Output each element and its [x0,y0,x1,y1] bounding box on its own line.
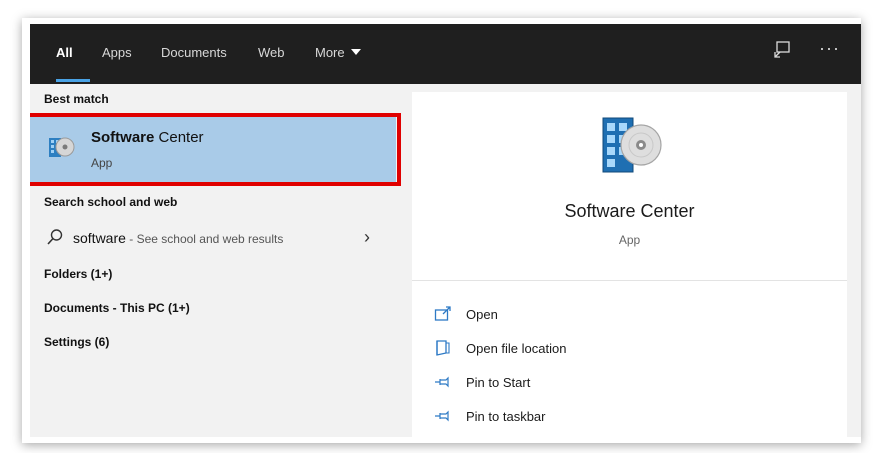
category-settings[interactable]: Settings (6) [44,335,109,349]
best-match-title-rest: Center [154,129,204,146]
software-center-icon [49,137,75,157]
feedback-icon[interactable] [772,40,792,65]
category-documents[interactable]: Documents - This PC (1+) [44,301,190,315]
tab-documents[interactable]: Documents [161,45,227,60]
best-match-subtitle: App [91,156,113,170]
pin-icon [435,376,449,388]
results-pane: Best match Software Center App Search sc… [30,84,405,437]
best-match-item[interactable]: Software Center App [30,116,396,182]
search-tabs-bar: All Apps Documents Web More ··· [30,24,861,84]
search-term: software [73,230,126,246]
best-match-title: Software Center [91,129,204,146]
preview-divider [412,280,847,281]
action-open-file-location-label: Open file location [466,341,567,356]
action-open[interactable]: Open [434,304,734,326]
active-tab-indicator [56,79,90,82]
tab-more-label: More [315,45,345,60]
chevron-down-icon [350,49,361,55]
search-suggestion-text: software - See school and web results [73,230,283,246]
action-open-file-location[interactable]: Open file location [434,338,734,360]
action-open-label: Open [466,307,498,322]
software-center-large-icon [602,117,662,173]
preview-app-subtitle: App [618,233,641,247]
open-icon [434,306,451,321]
action-pin-to-taskbar-label: Pin to taskbar [466,409,546,424]
pin-icon [435,410,449,422]
best-match-title-bold: Software [91,129,155,146]
chevron-right-icon: › [364,227,370,247]
file-location-icon [436,340,450,356]
tab-all[interactable]: All [56,45,73,60]
search-window: All Apps Documents Web More ··· Best mat… [30,24,861,437]
best-match-heading: Best match [44,92,109,106]
action-pin-to-taskbar[interactable]: Pin to taskbar [434,406,734,428]
action-pin-to-start-label: Pin to Start [466,375,531,390]
search-suggestion-row[interactable]: software - See school and web results › [30,222,396,256]
action-pin-to-start[interactable]: Pin to Start [434,372,734,394]
search-icon [47,229,63,245]
tab-apps[interactable]: Apps [102,45,132,60]
category-folders[interactable]: Folders (1+) [44,267,112,281]
tab-web[interactable]: Web [258,45,285,60]
preview-app-title: Software Center [564,201,695,221]
preview-pane: Software Center App Open Open file locat… [412,92,847,437]
search-hint: - See school and web results [125,232,284,246]
more-options-icon[interactable]: ··· [819,38,840,59]
search-web-heading: Search school and web [44,195,178,209]
tab-more[interactable]: More [315,45,361,60]
